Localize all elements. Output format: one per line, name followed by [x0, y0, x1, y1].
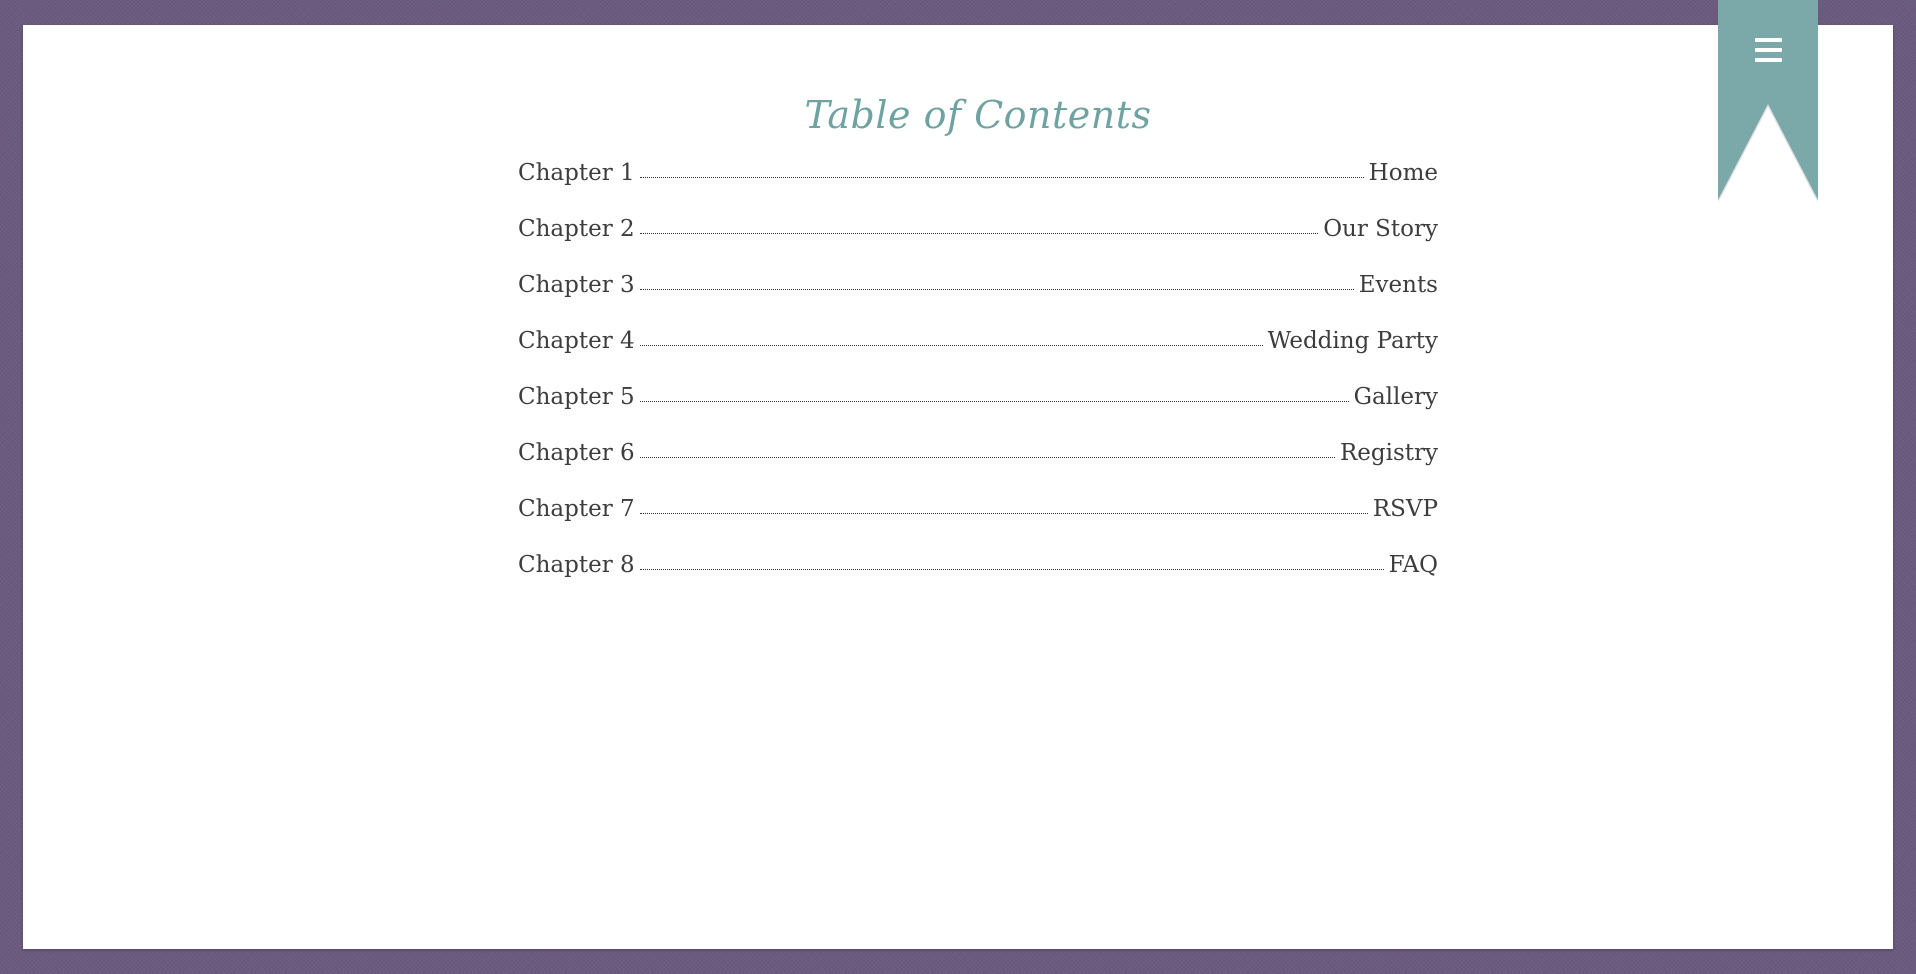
toc-item-gallery[interactable]: Chapter 5 Gallery	[518, 384, 1438, 440]
hamburger-menu-icon	[1755, 38, 1782, 62]
toc-chapter-label: Chapter 5	[518, 384, 635, 410]
toc-page-link[interactable]: RSVP	[1373, 496, 1438, 522]
toc-item-our-story[interactable]: Chapter 2 Our Story	[518, 216, 1438, 272]
toc-page-link[interactable]: Home	[1369, 160, 1438, 186]
dotted-leader	[639, 176, 1364, 178]
toc-chapter-label: Chapter 4	[518, 328, 635, 354]
toc-chapter-label: Chapter 1	[518, 160, 635, 186]
toc-chapter-label: Chapter 3	[518, 272, 635, 298]
toc-item-home[interactable]: Chapter 1 Home	[518, 160, 1438, 216]
dotted-leader	[639, 344, 1263, 346]
toc-item-rsvp[interactable]: Chapter 7 RSVP	[518, 496, 1438, 552]
toc-item-events[interactable]: Chapter 3 Events	[518, 272, 1438, 328]
page-title: Table of Contents	[804, 93, 1152, 137]
toc-page-link[interactable]: FAQ	[1389, 552, 1438, 578]
toc-item-registry[interactable]: Chapter 6 Registry	[518, 440, 1438, 496]
menu-icon-bar	[1755, 38, 1782, 42]
toc-item-faq[interactable]: Chapter 8 FAQ	[518, 552, 1438, 608]
toc-page-link[interactable]: Wedding Party	[1268, 328, 1438, 354]
toc-page-link[interactable]: Our Story	[1323, 216, 1438, 242]
toc-page-link[interactable]: Registry	[1340, 440, 1438, 466]
toc-chapter-label: Chapter 8	[518, 552, 635, 578]
dotted-leader	[639, 232, 1319, 234]
dotted-leader	[639, 568, 1384, 570]
toc-page-link[interactable]: Gallery	[1354, 384, 1438, 410]
table-of-contents: Table of Contents Chapter 1 Home Chapter…	[518, 78, 1438, 608]
toc-chapter-label: Chapter 2	[518, 216, 635, 242]
toc-list: Chapter 1 Home Chapter 2 Our Story Chapt…	[518, 160, 1438, 608]
dotted-leader	[639, 512, 1368, 514]
page-sheet: Table of Contents Chapter 1 Home Chapter…	[23, 25, 1893, 949]
menu-icon-bar	[1755, 58, 1782, 62]
dotted-leader	[639, 400, 1349, 402]
dotted-leader	[639, 288, 1354, 290]
toc-chapter-label: Chapter 6	[518, 440, 635, 466]
toc-chapter-label: Chapter 7	[518, 496, 635, 522]
menu-icon-bar	[1755, 48, 1782, 52]
dotted-leader	[639, 456, 1335, 458]
toc-item-wedding-party[interactable]: Chapter 4 Wedding Party	[518, 328, 1438, 384]
toc-page-link[interactable]: Events	[1359, 272, 1438, 298]
